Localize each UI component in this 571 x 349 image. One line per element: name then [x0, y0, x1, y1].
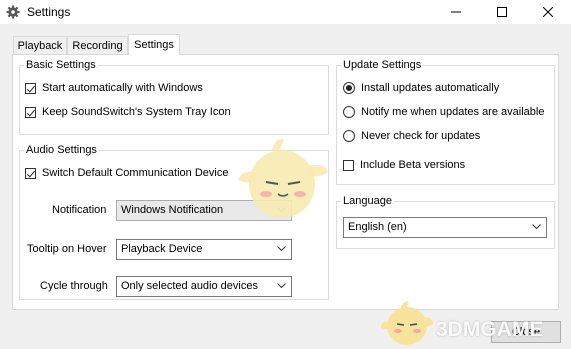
- notify-updates-label: Notify me when updates are available: [361, 106, 545, 118]
- notification-label: Notification: [52, 204, 107, 216]
- switch-communication-device-label: Switch Default Communication Device: [42, 167, 229, 179]
- basic-settings-title: Basic Settings: [24, 58, 98, 72]
- tooltip-value: Playback Device: [121, 243, 203, 255]
- never-check-radio[interactable]: Never check for updates: [343, 128, 480, 144]
- chevron-down-icon: [277, 246, 286, 252]
- minimize-button[interactable]: [433, 0, 479, 24]
- gear-icon: [6, 5, 20, 19]
- chevron-down-icon: [277, 283, 286, 289]
- audio-settings-title: Audio Settings: [24, 143, 99, 157]
- chevron-down-icon: [532, 224, 541, 230]
- start-with-windows-label: Start automatically with Windows: [42, 82, 203, 94]
- cycle-through-value: Only selected audio devices: [121, 280, 258, 292]
- notify-updates-radio[interactable]: Notify me when updates are available: [343, 104, 544, 120]
- language-value: English (en): [348, 221, 407, 233]
- tooltip-label: Tooltip on Hover: [27, 243, 107, 255]
- watermark-mascot-icon: [381, 301, 433, 345]
- minimize-icon: [451, 11, 461, 13]
- cycle-through-label: Cycle through: [40, 280, 108, 292]
- update-settings-title: Update Settings: [341, 58, 424, 72]
- notification-value: Windows Notification: [121, 204, 224, 216]
- start-with-windows-checkbox[interactable]: Start automatically with Windows: [25, 80, 203, 96]
- keep-tray-icon-checkbox[interactable]: Keep SoundSwitch's System Tray Icon: [25, 104, 231, 120]
- tab-playback[interactable]: Playback: [13, 36, 67, 54]
- checkbox-box[interactable]: [25, 82, 36, 94]
- cycle-through-select[interactable]: Only selected audio devices: [116, 276, 292, 297]
- mascot-illustration: [238, 139, 328, 218]
- install-automatically-radio[interactable]: Install updates automatically: [343, 80, 499, 96]
- close-icon: [543, 7, 553, 17]
- maximize-icon: [497, 7, 507, 17]
- watermark-text: 3DMGAME: [436, 318, 544, 341]
- tab-recording[interactable]: Recording: [67, 36, 128, 54]
- radio-dot[interactable]: [343, 130, 355, 142]
- basic-settings-group: Basic Settings Start automatically with …: [19, 58, 329, 135]
- checkbox-box[interactable]: [343, 159, 354, 171]
- radio-dot[interactable]: [343, 106, 355, 118]
- never-check-label: Never check for updates: [361, 130, 481, 142]
- checkbox-box[interactable]: [25, 167, 36, 179]
- checkbox-box[interactable]: [25, 106, 36, 118]
- settings-window: Settings Playback Recording Settings Bas…: [0, 0, 571, 349]
- install-automatically-label: Install updates automatically: [361, 82, 500, 94]
- close-window-button[interactable]: [525, 0, 571, 24]
- radio-dot[interactable]: [343, 82, 355, 94]
- window-title: Settings: [27, 5, 71, 19]
- include-beta-checkbox[interactable]: Include Beta versions: [343, 157, 465, 173]
- maximize-button[interactable]: [479, 0, 525, 24]
- update-settings-group: Update Settings Install updates automati…: [336, 58, 555, 185]
- title-bar: Settings: [0, 0, 571, 24]
- language-title: Language: [341, 194, 394, 208]
- keep-tray-icon-label: Keep SoundSwitch's System Tray Icon: [42, 106, 231, 118]
- language-select[interactable]: English (en): [343, 217, 547, 238]
- switch-communication-device-checkbox[interactable]: Switch Default Communication Device: [25, 165, 228, 181]
- language-group: Language English (en): [336, 194, 555, 249]
- tab-settings[interactable]: Settings: [128, 34, 180, 55]
- include-beta-label: Include Beta versions: [360, 159, 466, 171]
- tooltip-select[interactable]: Playback Device: [116, 239, 292, 260]
